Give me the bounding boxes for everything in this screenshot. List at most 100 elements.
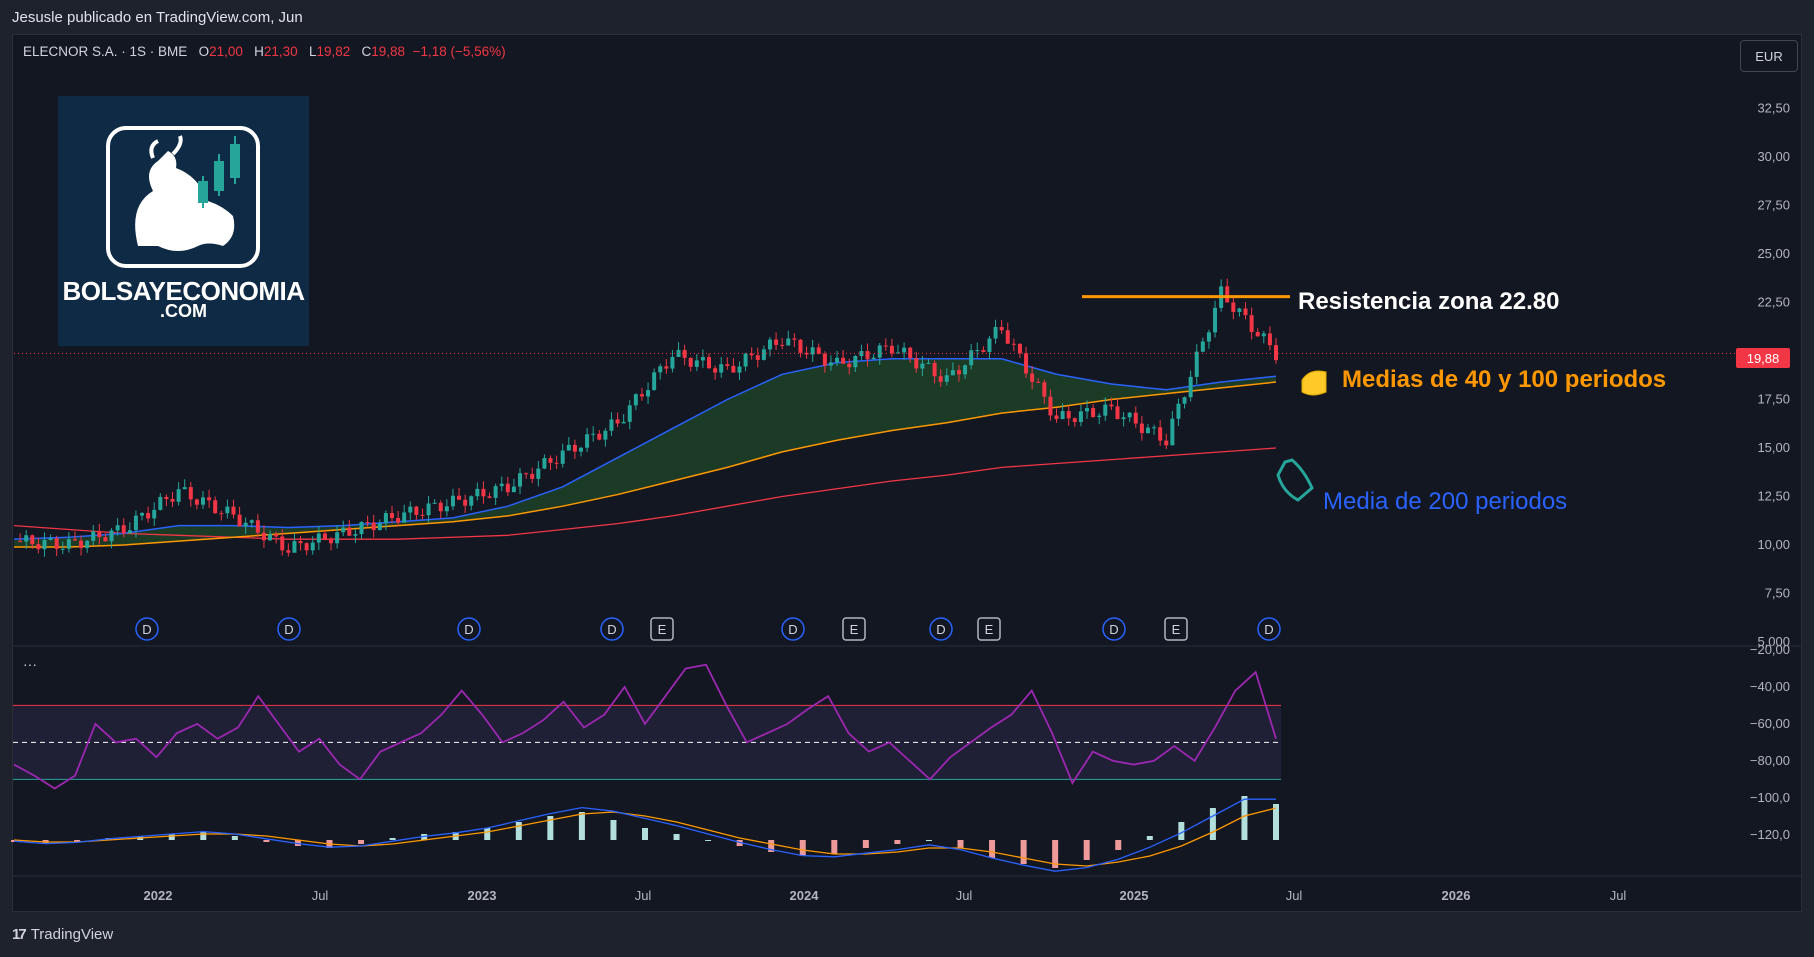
- candle-body: [1054, 415, 1059, 420]
- candle-body: [536, 468, 541, 479]
- candle-body: [158, 496, 163, 510]
- candle-body: [938, 376, 943, 382]
- y-tick-label: 7,50: [1765, 586, 1790, 601]
- macd-histogram-bar: [610, 820, 617, 840]
- bull-logo-icon: [106, 126, 260, 268]
- candle-body: [1024, 353, 1029, 374]
- candle-body: [682, 349, 687, 358]
- oscillator-y-tick: −60,00: [1750, 716, 1790, 731]
- candle-body: [975, 350, 980, 352]
- candle-body: [1133, 412, 1138, 424]
- candle-body: [487, 496, 492, 498]
- symbol-legend[interactable]: ELECNOR S.A. · 1S · BME O21,00 H21,30 L1…: [23, 44, 506, 59]
- candle-body: [97, 531, 102, 538]
- candle-body: [749, 353, 754, 356]
- candle-body: [780, 344, 785, 346]
- macd-histogram-bar: [484, 828, 491, 840]
- candle-body: [1200, 341, 1205, 352]
- candle-body: [639, 394, 644, 397]
- candle-body: [444, 506, 449, 512]
- candle-body: [505, 483, 510, 493]
- candle-body: [627, 405, 632, 422]
- candle-body: [658, 366, 663, 373]
- x-tick-label: 2022: [144, 888, 173, 903]
- candle-body: [1005, 330, 1010, 344]
- candle-body: [127, 530, 132, 534]
- symbol-name: ELECNOR S.A. · 1S · BME: [23, 44, 188, 59]
- indicator-menu-button[interactable]: ···: [23, 656, 37, 672]
- candle-body: [932, 362, 937, 377]
- candle-body: [572, 444, 577, 452]
- candle-body: [389, 513, 394, 519]
- candle-body: [1060, 411, 1065, 420]
- raised-hand-icon: [1276, 458, 1314, 502]
- high-value: 21,30: [263, 44, 298, 59]
- candle-body: [1139, 423, 1144, 434]
- candle-body: [1121, 417, 1126, 420]
- candle-body: [103, 537, 108, 542]
- candle-body: [950, 370, 955, 376]
- candle-body: [274, 534, 279, 537]
- macd-histogram-bar: [642, 828, 648, 840]
- macd-histogram-bar: [894, 840, 901, 844]
- candle-body: [207, 497, 212, 501]
- candle-body: [286, 550, 291, 553]
- candle-body: [798, 339, 803, 353]
- candle-body: [1170, 418, 1175, 446]
- candle-body: [926, 362, 931, 364]
- event-marker-label: D: [1264, 622, 1273, 637]
- change-value: −1,18 (−5,56%): [412, 44, 506, 59]
- candle-body: [774, 339, 779, 345]
- candle-body: [1261, 333, 1266, 337]
- candle-body: [396, 518, 401, 523]
- candle-body: [1243, 308, 1248, 316]
- y-tick-label: 22,50: [1757, 295, 1790, 310]
- event-marker-label: D: [142, 622, 151, 637]
- candle-body: [36, 544, 41, 550]
- candle-body: [1066, 411, 1071, 419]
- close-value: 19,88: [371, 44, 406, 59]
- candle-body: [408, 506, 413, 513]
- candle-body: [511, 486, 516, 493]
- candle-body: [1097, 415, 1102, 418]
- candle-body: [48, 538, 53, 540]
- candle-body: [737, 366, 742, 373]
- candle-body: [743, 353, 748, 367]
- event-marker-label: D: [788, 622, 797, 637]
- currency-selector[interactable]: EUR: [1740, 40, 1798, 72]
- candle-body: [920, 363, 925, 369]
- open-label: O: [198, 44, 210, 59]
- y-tick-label: 30,00: [1757, 149, 1790, 164]
- macd-histogram-bar: [831, 840, 838, 854]
- candle-body: [243, 522, 248, 527]
- tradingview-logo-icon: 17: [12, 926, 27, 943]
- y-tick-label: 12,50: [1757, 489, 1790, 504]
- event-marker-label: D: [936, 622, 945, 637]
- y-tick-label: 27,50: [1757, 198, 1790, 213]
- candle-body: [1048, 396, 1053, 416]
- candle-body: [1152, 427, 1157, 429]
- candle-body: [1017, 343, 1022, 354]
- candle-body: [865, 351, 870, 360]
- event-marker-label: E: [1172, 622, 1181, 637]
- candle-body: [633, 394, 638, 406]
- candle-body: [700, 357, 705, 361]
- candle-body: [621, 421, 626, 424]
- candle-body: [1158, 427, 1163, 441]
- candle-body: [316, 533, 321, 543]
- candle-body: [292, 541, 297, 553]
- candle-body: [853, 355, 858, 368]
- macd-histogram-bar: [263, 840, 270, 842]
- macd-histogram-bar: [168, 834, 175, 840]
- last-price-label: 19,88: [1736, 348, 1790, 368]
- candle-body: [493, 486, 498, 498]
- macd-histogram-bar: [1209, 808, 1216, 840]
- macd-histogram-bar: [862, 840, 869, 848]
- ma-cloud-fill: [14, 358, 1276, 547]
- y-tick-label: 32,50: [1757, 101, 1790, 116]
- candle-body: [249, 520, 254, 523]
- y-tick-label: 25,00: [1757, 246, 1790, 261]
- candle-body: [963, 365, 968, 375]
- tradingview-footer[interactable]: 17 TradingView: [12, 926, 113, 943]
- macd-histogram-bar: [957, 840, 964, 848]
